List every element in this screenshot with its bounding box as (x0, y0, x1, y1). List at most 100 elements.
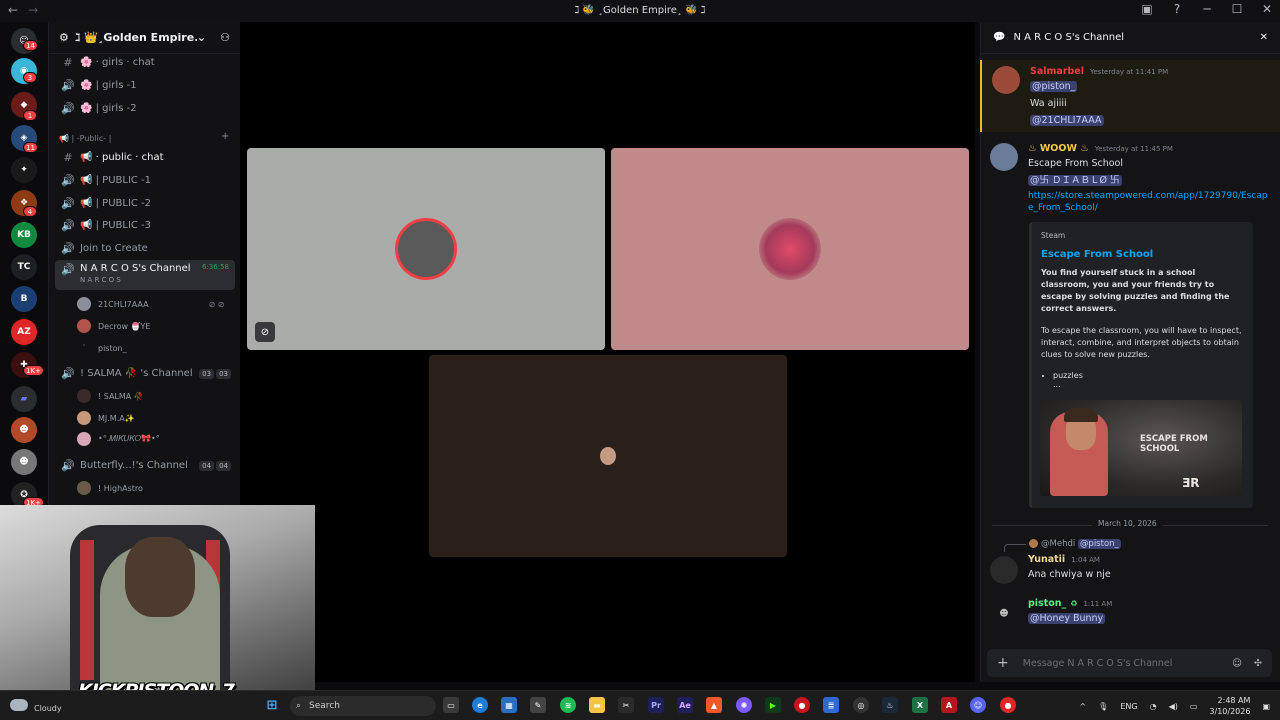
voice-user[interactable]: 21CHLI7AAA ⊘ ⊘ (77, 294, 225, 314)
pen-icon[interactable]: ✎ (530, 697, 546, 713)
acrobat-icon[interactable]: A (941, 697, 957, 713)
voice-user[interactable]: •°.𝑀𝐼𝐾𝑈𝐾𝑂🎀•° (77, 429, 160, 449)
chevron-up-icon[interactable]: ^ (1079, 702, 1086, 711)
server-icon[interactable]: ☻ (11, 449, 37, 475)
participant-tile[interactable] (611, 148, 969, 350)
capcut-icon[interactable]: ✂ (618, 697, 634, 713)
channel-public-chat[interactable]: # 📢 · public · chat (55, 147, 235, 168)
embed-title[interactable]: Escape From School (1041, 249, 1244, 260)
channel-salma[interactable]: 🔊 ! SALMA 🥀 's Channel 03 03 (55, 363, 235, 384)
embed-image[interactable]: ESCAPE FROM SCHOOL ƎR (1040, 400, 1242, 496)
notepad-icon[interactable]: ≣ (823, 697, 839, 713)
close-window-button[interactable]: ✕ (1260, 2, 1274, 16)
server-header[interactable]: ⚙ ℷ 👑¸Golden Empire... ⌄ ⚇ (49, 22, 240, 54)
emoji-icon[interactable]: ☺ (1232, 658, 1242, 669)
mention[interactable]: @21CHLI7AAA (1030, 115, 1104, 126)
mention[interactable]: @卐 ＤＩＡＢＬØ 卐 (1028, 175, 1122, 186)
chevron-down-icon[interactable]: ⌄ (197, 31, 206, 44)
channel-girls-chat[interactable]: # 🌸 · girls · chat (55, 52, 235, 73)
volume-icon[interactable]: ◀) (1169, 702, 1178, 711)
task-view-icon[interactable]: ▭ (443, 697, 459, 713)
channel-girls-1[interactable]: 🔊 🌸 | girls -1 (55, 75, 235, 96)
server-icon-tc[interactable]: TC (11, 254, 37, 280)
folder-icon[interactable]: ▰ (11, 386, 37, 412)
discord-icon[interactable]: ☺ (970, 697, 986, 713)
window-controls: ▣ ? ─ ☐ ✕ (1140, 2, 1274, 16)
count-current: 04 (199, 460, 215, 471)
taskbar-search[interactable]: ⌕ Search (290, 696, 436, 716)
steam-icon[interactable]: ♨ (882, 697, 898, 713)
avatar[interactable] (990, 556, 1018, 584)
kick-icon[interactable]: ▶ (765, 697, 781, 713)
timestamp: 1:04 AM (1071, 556, 1100, 564)
participant-tile[interactable]: ⊘ (247, 148, 605, 350)
mention[interactable]: @piston_ (1077, 539, 1121, 549)
edge-icon[interactable]: e (472, 697, 488, 713)
mention[interactable]: @piston_ (1030, 81, 1078, 92)
username[interactable]: Salmarbel (1030, 66, 1084, 77)
excel-icon[interactable]: X (912, 697, 928, 713)
weather-icon[interactable] (10, 699, 28, 711)
obs-icon[interactable]: ◎ (853, 697, 869, 713)
inbox-icon[interactable]: ▣ (1140, 2, 1154, 16)
username[interactable]: Yunatii (1028, 554, 1065, 565)
channel-narcos[interactable]: 🔊 N A R C O S's Channel N A R C O S 6:36… (55, 260, 235, 290)
category-public[interactable]: 📢 | -Public- | (59, 134, 111, 143)
voice-user[interactable]: Decrow 🍧YE (77, 316, 150, 336)
voice-user[interactable]: ! SALMA 🥀 (77, 386, 144, 406)
server-icon-az[interactable]: AZ (11, 319, 37, 345)
mention[interactable]: @Honey Bunny (1028, 613, 1106, 624)
add-attachment-icon[interactable]: + (997, 655, 1009, 671)
minimize-button[interactable]: ─ (1200, 2, 1214, 16)
language-indicator[interactable]: ENG (1120, 702, 1137, 711)
record-app-icon[interactable]: ● (1000, 697, 1016, 713)
store-icon[interactable]: ▦ (501, 697, 517, 713)
brave-icon[interactable]: ▲ (706, 697, 722, 713)
apps-icon[interactable]: ✣ (1254, 658, 1262, 669)
participant-tile[interactable] (429, 355, 787, 557)
channel-label: N A R C O S's Channel (80, 263, 191, 274)
username[interactable]: ♨ WOOW ♨ (1028, 143, 1089, 154)
reply-preview[interactable]: @Mehdi @piston_ (1029, 539, 1121, 549)
notification-icon[interactable]: ▣ (1262, 702, 1270, 711)
channel-public-3[interactable]: 🔊 📢 | PUBLIC -3 (55, 215, 235, 236)
message-composer[interactable]: + Message N A R C O S's Channel ☺ ✣ (987, 649, 1272, 677)
clock[interactable]: 2:48 AM 3/10/2026 (1209, 695, 1250, 717)
start-icon[interactable]: ⊞ (264, 697, 280, 713)
folder-icon[interactable]: ▬ (589, 697, 605, 713)
avatar[interactable]: ☻ (990, 600, 1018, 628)
maximize-button[interactable]: ☐ (1230, 2, 1244, 16)
avatar[interactable] (992, 66, 1020, 94)
voice-user[interactable]: MJ.M.A✨ (77, 408, 135, 428)
username[interactable]: piston_ (1028, 598, 1066, 609)
add-member-icon[interactable]: ⚇ (220, 31, 230, 44)
channel-public-1[interactable]: 🔊 📢 | PUBLIC -1 (55, 170, 235, 191)
voice-user-name: Decrow 🍧YE (98, 321, 151, 331)
help-icon[interactable]: ? (1170, 2, 1184, 16)
after-effects-icon[interactable]: Ae (677, 697, 693, 713)
add-channel-icon[interactable]: + (221, 131, 229, 142)
mic-icon[interactable]: 🎙 (1098, 702, 1108, 711)
voice-user[interactable]: · piston_ (77, 338, 127, 358)
premiere-icon[interactable]: Pr (648, 697, 664, 713)
stream-hidden-icon[interactable]: ⊘ (255, 322, 275, 342)
avatar[interactable] (990, 143, 1018, 171)
gear-icon[interactable]: ⚙ (59, 31, 69, 44)
record-icon[interactable]: ● (794, 697, 810, 713)
channel-butterfly[interactable]: 🔊 Butterfly...!'s Channel 04 04 (55, 455, 235, 476)
steam-link[interactable]: https://store.steampowered.com/app/17297… (1028, 190, 1268, 214)
battery-icon[interactable]: ▭ (1190, 702, 1198, 711)
channel-public-2[interactable]: 🔊 📢 | PUBLIC -2 (55, 193, 235, 214)
channel-join-to-create[interactable]: 🔊 Join to Create (55, 238, 235, 259)
spotify-icon[interactable]: ≋ (560, 697, 576, 713)
server-icon[interactable]: ☻ (11, 417, 37, 443)
copilot-icon[interactable]: ✺ (736, 697, 752, 713)
server-icon[interactable]: ✦ (11, 157, 37, 183)
server-icon-kb[interactable]: KB (11, 222, 37, 248)
channel-girls-2[interactable]: 🔊 🌸 | girls -2 (55, 98, 235, 119)
close-icon[interactable]: ✕ (1260, 32, 1268, 43)
server-icon[interactable]: B (11, 286, 37, 312)
window-title: ℷ 🐝 ¸Golden Empire¸ 🐝 ℷ (574, 5, 706, 16)
wifi-icon[interactable]: ◔ (1150, 702, 1157, 711)
voice-user[interactable]: ! HighAstro (77, 478, 143, 498)
